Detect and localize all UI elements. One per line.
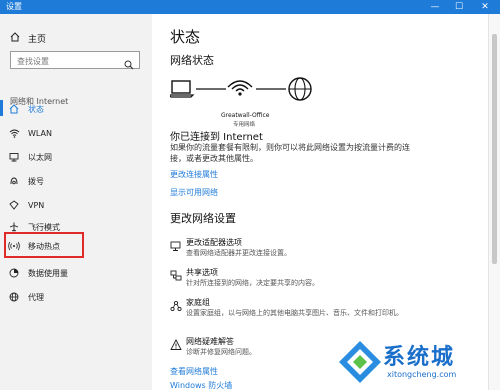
dialup-icon [8, 176, 20, 186]
home-icon [10, 32, 20, 45]
connected-heading: 你已连接到 Internet [170, 132, 263, 143]
page-title: 状态 [170, 28, 201, 46]
change-network-settings-heading: 更改网络设置 [170, 212, 236, 225]
sidebar-item-label: 状态 [28, 104, 44, 114]
sidebar-item-label: 代理 [28, 292, 44, 302]
sidebar-item-label: 飞行模式 [28, 222, 60, 232]
sidebar-item-status[interactable]: 状态 [8, 100, 148, 118]
adapter-options-item[interactable]: 更改适配器选项 查看网络适配器并更改连接设置。 [170, 237, 470, 263]
watermark: 系统城 xitongcheng.com [335, 333, 500, 390]
sidebar-item-label: VPN [28, 200, 45, 210]
search-icon[interactable] [124, 55, 134, 74]
internet-globe-icon [288, 77, 312, 101]
sidebar-item-proxy[interactable]: 代理 [8, 288, 148, 306]
active-indicator [0, 100, 3, 116]
sidebar-item-label: 以太网 [28, 152, 52, 162]
window-title: 设置 [6, 2, 22, 11]
data-usage-icon [8, 268, 20, 278]
change-connection-properties-link[interactable]: 更改连接属性 [170, 169, 218, 180]
sidebar-item-label: 数据使用量 [28, 268, 68, 278]
close-button[interactable]: ✕ [474, 0, 496, 14]
minimize-button[interactable]: — [424, 0, 446, 14]
option-description: 设置家庭组，以与网络上的其他电脑共享图片、音乐、文件和打印机。 [186, 309, 403, 317]
homegroup-item[interactable]: 家庭组 设置家庭组，以与网络上的其他电脑共享图片、音乐、文件和打印机。 [170, 297, 470, 333]
option-title: 共享选项 [186, 268, 218, 277]
sidebar-item-label: WLAN [28, 128, 53, 138]
watermark-url: xitongcheng.com [387, 370, 457, 379]
option-title: 更改适配器选项 [186, 238, 242, 247]
home-label: 主页 [28, 35, 47, 45]
sidebar-item-vpn[interactable]: VPN [8, 196, 148, 214]
view-network-properties-link[interactable]: 查看网络属性 [170, 366, 218, 377]
option-title: 网络疑难解答 [186, 337, 234, 346]
search-input[interactable]: 查找设置 [10, 51, 140, 70]
warning-icon [170, 336, 182, 355]
sidebar-item-data-usage[interactable]: 数据使用量 [8, 264, 148, 282]
sidebar-item-dialup[interactable]: 拨号 [8, 172, 148, 190]
sharing-options-item[interactable]: 共享选项 针对所连接到的网络，决定要共享的内容。 [170, 267, 470, 293]
scrollbar-thumb[interactable] [492, 34, 497, 264]
windows-firewall-link[interactable]: Windows 防火墙 [170, 380, 232, 390]
show-available-networks-link[interactable]: 显示可用网络 [170, 187, 218, 198]
sidebar-item-wlan[interactable]: WLAN [8, 124, 148, 142]
sharing-icon [170, 267, 182, 286]
airplane-icon [8, 222, 20, 232]
adapter-icon [170, 237, 182, 256]
sidebar-item-label: 拨号 [28, 176, 44, 186]
option-description: 针对所连接到的网络，决定要共享的内容。 [186, 279, 319, 287]
homegroup-icon [170, 297, 182, 316]
laptop-icon [167, 80, 195, 98]
maximize-button[interactable]: ☐ [448, 0, 470, 14]
connected-description: 如果你的流量套餐有限制，则你可以将此网络设置为按流量计费的连接，或者更改其他属性… [170, 143, 410, 163]
title-bar: 设置 — ☐ ✕ [0, 0, 500, 14]
vpn-icon [8, 200, 20, 210]
home-link[interactable]: 主页 [10, 32, 46, 45]
network-type: 专用网络 [233, 122, 256, 128]
network-name: Greatwall-Office [221, 112, 270, 119]
wifi-signal-icon [227, 80, 253, 96]
hotspot-highlight-box [4, 232, 84, 258]
wifi-icon [8, 128, 20, 138]
watermark-brand: 系统城 [383, 345, 456, 370]
search-placeholder: 查找设置 [17, 57, 49, 66]
option-description: 查看网络适配器并更改连接设置。 [186, 249, 291, 257]
home-icon [8, 104, 20, 114]
sidebar-item-ethernet[interactable]: 以太网 [8, 148, 148, 166]
globe-icon [8, 292, 20, 302]
ethernet-icon [8, 152, 20, 162]
brand-logo-icon [339, 341, 381, 383]
network-status-heading: 网络状态 [170, 54, 214, 67]
option-title: 家庭组 [186, 298, 210, 307]
